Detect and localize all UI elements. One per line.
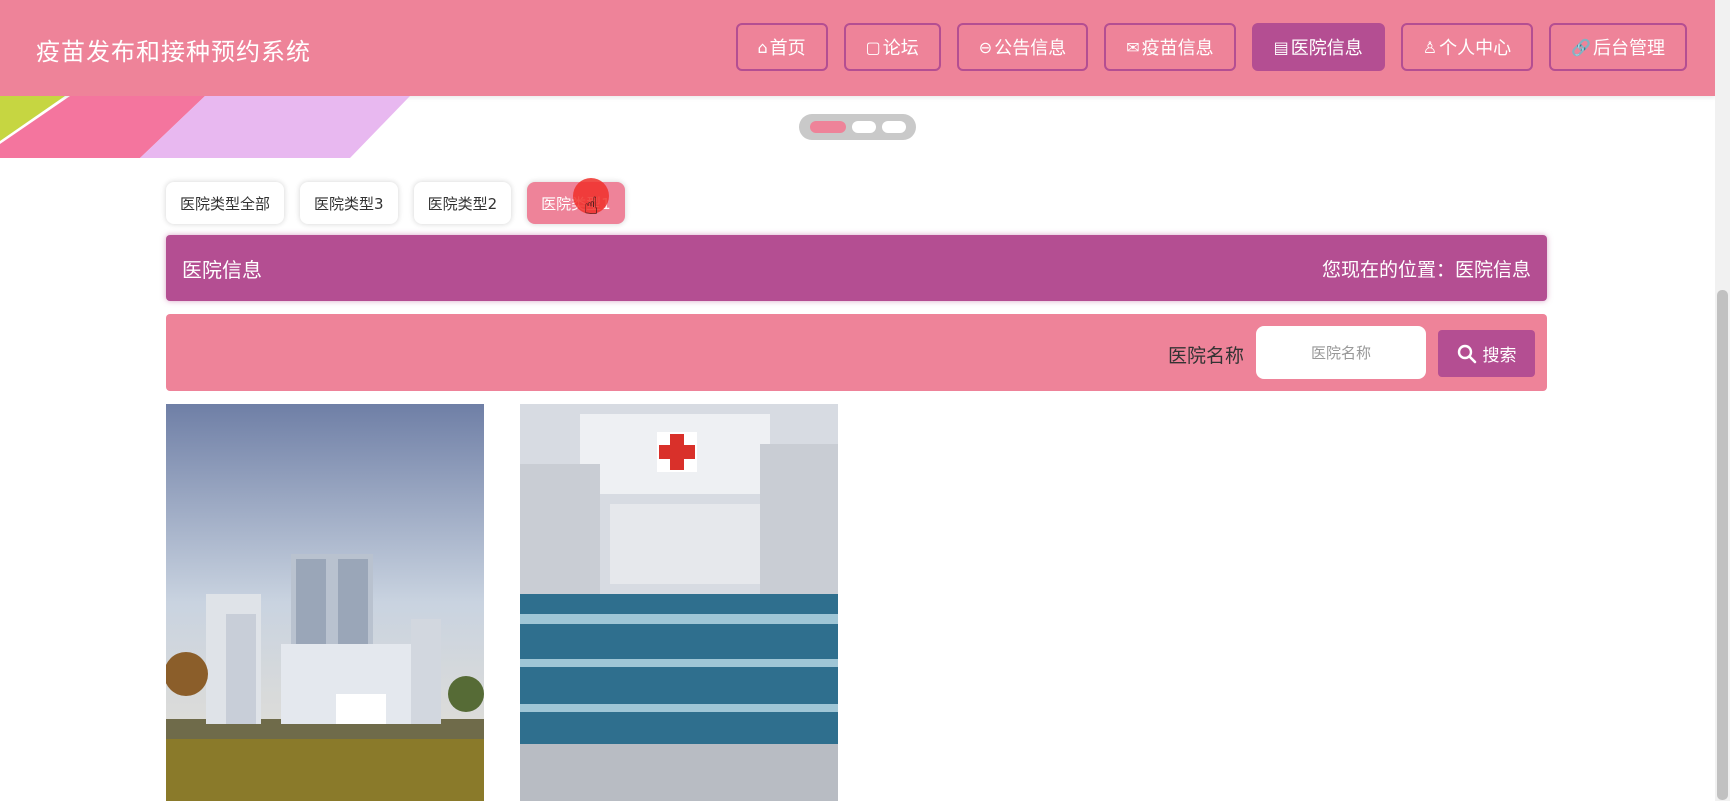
carousel-indicators: [799, 114, 916, 140]
forum-icon: ▢: [865, 37, 881, 57]
page-title: 医院信息: [182, 257, 262, 282]
search-button[interactable]: 搜索: [1438, 330, 1535, 377]
category-tabs: 医院类型全部 医院类型3 医院类型2 医院类型1: [166, 182, 625, 224]
banner-decoration: [0, 96, 420, 158]
clipboard-icon: ▤: [1273, 37, 1289, 57]
nav-item-label: 首页: [769, 38, 806, 59]
hand-cursor-icon: ☝: [584, 192, 599, 220]
search-input[interactable]: [1256, 326, 1426, 379]
scrollbar-thumb[interactable]: [1717, 290, 1728, 800]
header-bar: 疫苗发布和接种预约系统 ⌂ 首页 ▢ 论坛 ⊖ 公告信息 ✉ 疫苗信息 ▤ 医院…: [0, 0, 1715, 96]
site-title: 疫苗发布和接种预约系统: [36, 38, 311, 66]
nav-item-label: 医院信息: [1290, 38, 1363, 59]
page-scrollbar[interactable]: [1715, 0, 1730, 801]
nav-item-label: 疫苗信息: [1141, 38, 1214, 59]
banner-shapes: [0, 96, 410, 158]
hospital-image: [520, 404, 838, 801]
nav-item-label: 论坛: [882, 38, 919, 59]
carousel-dot[interactable]: [881, 121, 906, 133]
nav-item-home[interactable]: ⌂ 首页: [735, 23, 828, 71]
carousel-dot[interactable]: [851, 121, 876, 133]
main-nav: ⌂ 首页 ▢ 论坛 ⊖ 公告信息 ✉ 疫苗信息 ▤ 医院信息 ♙ 个人中心 🔗 …: [735, 23, 1687, 71]
nav-item-vaccines[interactable]: ✉ 疫苗信息: [1104, 23, 1236, 71]
announcement-icon: ⊖: [978, 37, 993, 57]
link-icon: 🔗: [1571, 37, 1591, 57]
search-label: 医院名称: [1167, 345, 1244, 367]
search-icon: [1457, 344, 1476, 363]
nav-item-announcements[interactable]: ⊖ 公告信息: [956, 23, 1089, 71]
hospital-card[interactable]: [166, 404, 484, 801]
category-tab-type2[interactable]: 医院类型2: [413, 182, 512, 224]
nav-item-label: 公告信息: [994, 38, 1067, 59]
category-tab-all[interactable]: 医院类型全部: [166, 182, 285, 224]
home-icon: ⌂: [757, 37, 768, 57]
breadcrumb-location: 您现在的位置：医院信息: [1321, 258, 1531, 281]
search-bar: 医院名称 搜索: [166, 314, 1547, 391]
nav-item-forum[interactable]: ▢ 论坛: [843, 23, 941, 71]
mail-icon: ✉: [1126, 37, 1140, 57]
hospital-card[interactable]: [520, 404, 838, 801]
user-icon: ♙: [1422, 37, 1438, 57]
breadcrumb: 医院信息 您现在的位置：医院信息: [166, 235, 1547, 301]
nav-item-admin[interactable]: 🔗 后台管理: [1549, 23, 1687, 71]
category-tab-type3[interactable]: 医院类型3: [300, 182, 398, 224]
nav-item-label: 后台管理: [1593, 38, 1665, 59]
hospital-image: [166, 404, 484, 801]
search-button-label: 搜索: [1482, 346, 1517, 366]
nav-item-label: 个人中心: [1439, 38, 1512, 59]
nav-item-hospitals[interactable]: ▤ 医院信息: [1251, 23, 1385, 71]
nav-item-profile[interactable]: ♙ 个人中心: [1400, 23, 1534, 71]
carousel-dot[interactable]: [809, 121, 846, 133]
